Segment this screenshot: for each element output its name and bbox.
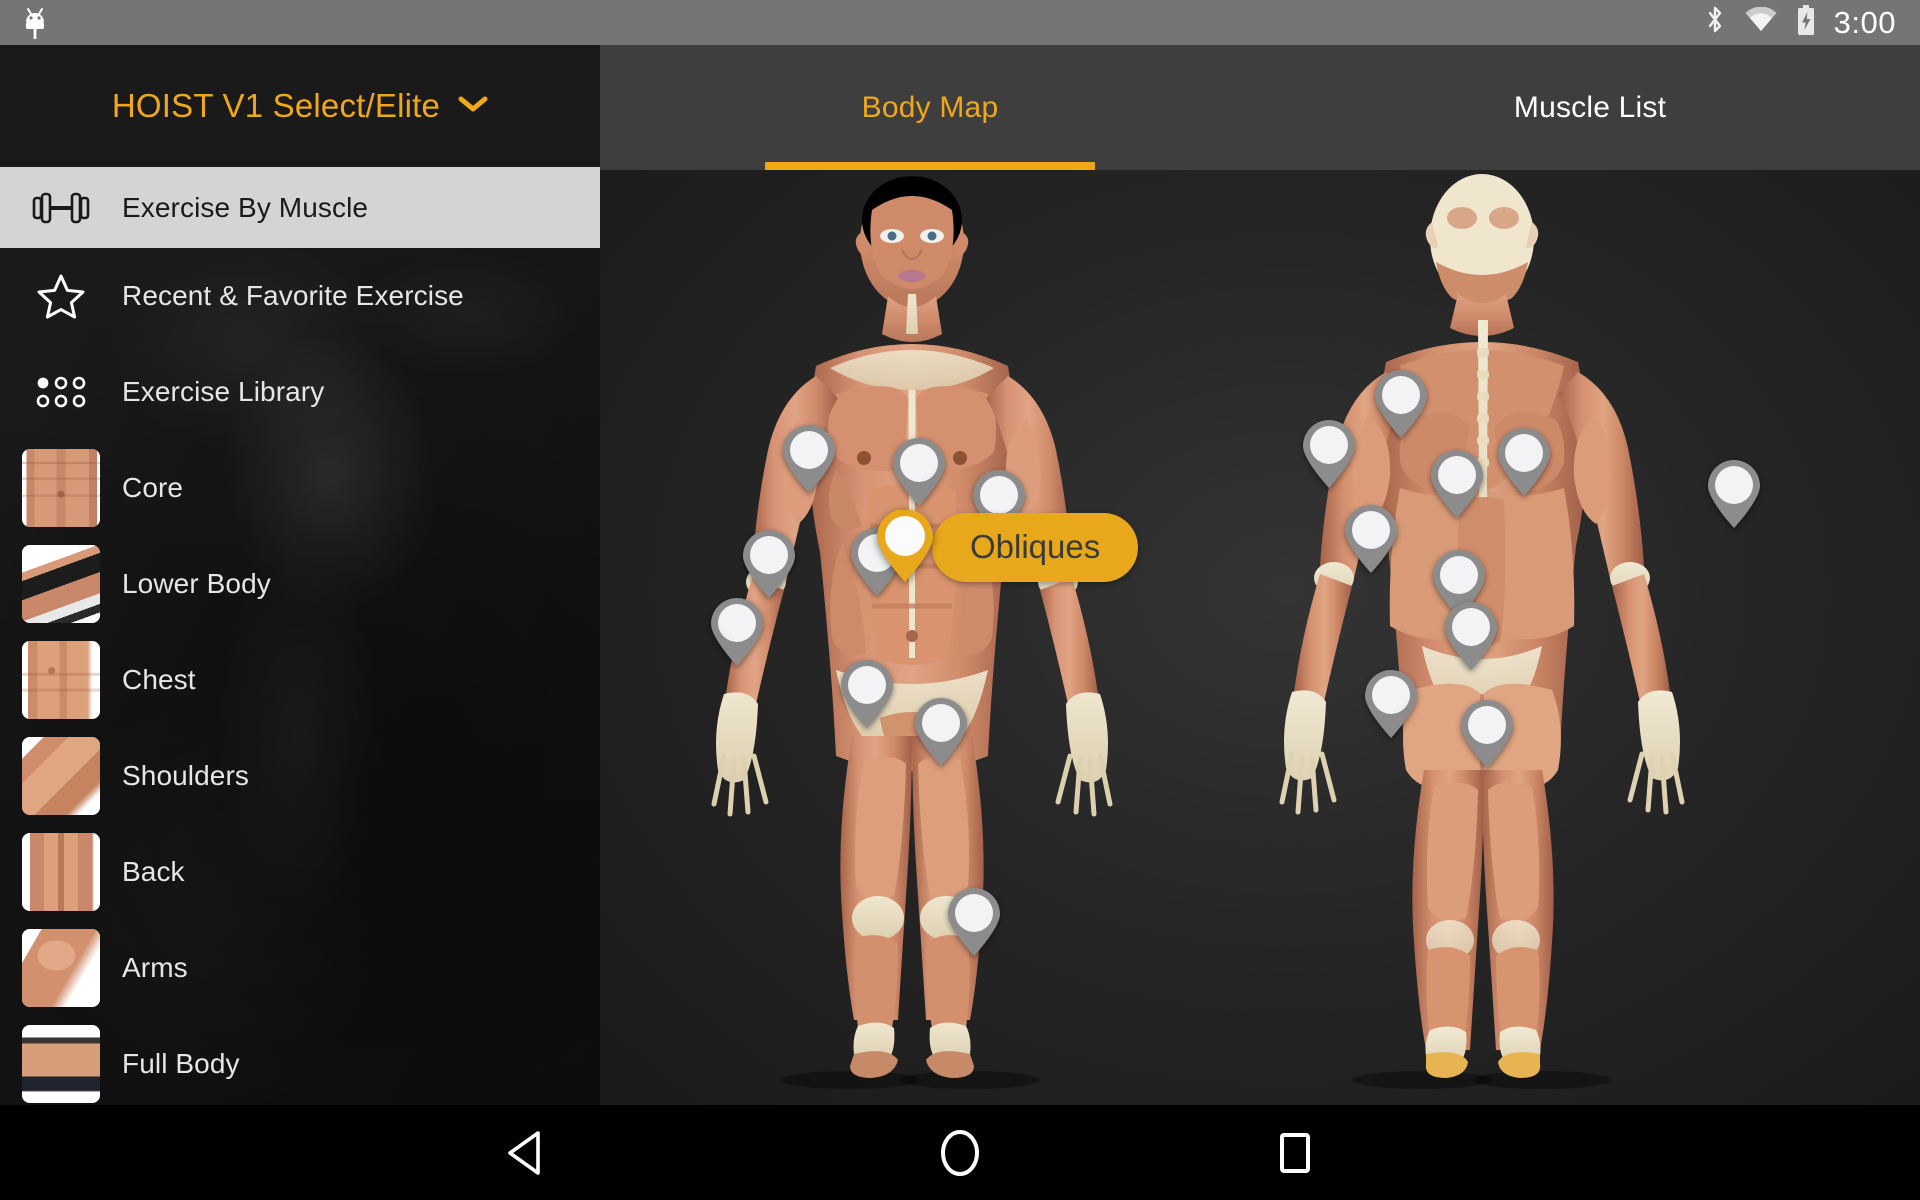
recents-square-icon[interactable]	[1230, 1105, 1360, 1200]
full-body-thumbnail	[0, 1025, 122, 1103]
sidebar: HOIST V1 Select/Elite Exercise By Muscle…	[0, 45, 600, 1105]
dumbbell-icon	[0, 191, 122, 225]
body-pin-calf[interactable]	[1458, 700, 1516, 770]
sidebar-muscle-label: Back	[122, 856, 185, 887]
sidebar-muscle-arms[interactable]: Arms	[0, 920, 600, 1016]
body-pin-posterior-deltoid[interactable]	[1428, 450, 1486, 520]
arms-thumbnail	[0, 929, 122, 1007]
tab-body-map[interactable]: Body Map	[600, 45, 1260, 170]
sidebar-muscle-core[interactable]: Core	[0, 440, 600, 536]
android-navigation-bar	[0, 1105, 1920, 1200]
bluetooth-icon	[1704, 4, 1726, 41]
sidebar-muscle-label: Shoulders	[122, 760, 249, 791]
body-pin-biceps[interactable]	[740, 530, 798, 600]
battery-charging-icon	[1796, 5, 1816, 40]
sidebar-muscle-label: Full Body	[122, 1048, 240, 1079]
sidebar-item-label: Exercise By Muscle	[122, 191, 369, 223]
star-outline-icon	[0, 273, 122, 319]
sidebar-muscle-label: Core	[122, 472, 184, 503]
equipment-selector[interactable]: HOIST V1 Select/Elite	[0, 45, 600, 167]
sidebar-muscle-back[interactable]: Back	[0, 824, 600, 920]
equipment-selector-label: HOIST V1 Select/Elite	[111, 87, 441, 124]
chest-thumbnail	[0, 641, 122, 719]
body-pin-chest-left[interactable]	[780, 425, 838, 495]
sidebar-muscle-chest[interactable]: Chest	[0, 632, 600, 728]
sidebar-muscle-label: Chest	[122, 664, 196, 695]
sidebar-muscle-label: Lower Body	[122, 568, 271, 599]
body-pin-gluteus[interactable]	[1442, 602, 1500, 672]
shoulders-thumbnail	[0, 737, 122, 815]
status-bar: 3:00	[0, 0, 1920, 45]
wifi-icon	[1744, 6, 1778, 38]
selected-muscle-label[interactable]: Obliques	[932, 512, 1139, 582]
body-pin-rhomboid[interactable]	[1300, 420, 1358, 490]
core-thumbnail	[0, 449, 122, 527]
sidebar-item-recent-favorite-exercise[interactable]: Recent & Favorite Exercise	[0, 248, 600, 344]
main-panel: Body Map Muscle List Obliques	[600, 45, 1920, 1105]
tab-muscle-list[interactable]: Muscle List	[1260, 45, 1920, 170]
back-triangle-icon[interactable]	[460, 1105, 590, 1200]
home-circle-icon[interactable]	[895, 1105, 1025, 1200]
tab-label: Body Map	[861, 90, 999, 124]
back-thumbnail	[0, 833, 122, 911]
anatomy-figure-front[interactable]	[640, 170, 1200, 1105]
lower-body-thumbnail	[0, 545, 122, 623]
body-pin-upper-trapezius[interactable]	[1372, 370, 1430, 440]
body-pin-trapezius[interactable]	[890, 438, 948, 508]
body-pin-soleus[interactable]	[1705, 460, 1763, 530]
selected-muscle-pin-icon[interactable]	[874, 510, 936, 584]
sidebar-item-label: Recent & Favorite Exercise	[122, 280, 464, 311]
body-pin-tibialis[interactable]	[945, 888, 1003, 958]
sidebar-muscle-shoulders[interactable]: Shoulders	[0, 728, 600, 824]
status-time: 3:00	[1833, 4, 1896, 40]
sidebar-item-exercise-library[interactable]: Exercise Library	[0, 344, 600, 440]
anatomy-figure-back[interactable]	[1160, 170, 1780, 1105]
app-root: 3:00 HOIST V1 Select/Elite Exercise By M…	[0, 0, 1920, 1200]
sidebar-item-label: Exercise Library	[122, 376, 325, 407]
sidebar-muscle-lower-body[interactable]: Lower Body	[0, 536, 600, 632]
android-head-icon	[20, 6, 50, 40]
chevron-down-icon	[458, 95, 488, 118]
sidebar-muscle-label: Arms	[122, 952, 188, 983]
sidebar-muscle-full-body[interactable]: Full Body	[0, 1016, 600, 1105]
body-pin-triceps[interactable]	[1495, 428, 1553, 498]
body-pin-quadriceps[interactable]	[912, 698, 970, 768]
sidebar-item-exercise-by-muscle[interactable]: Exercise By Muscle	[0, 167, 600, 248]
tab-bar: Body Map Muscle List	[600, 45, 1920, 170]
body-pin-forearm[interactable]	[708, 598, 766, 668]
tab-label: Muscle List	[1513, 90, 1667, 124]
selected-muscle-marker[interactable]: Obliques	[874, 510, 1139, 584]
tab-active-underline	[765, 162, 1095, 170]
body-map-canvas[interactable]: Obliques	[600, 170, 1920, 1105]
body-pin-adductor[interactable]	[838, 660, 896, 730]
dot-grid-icon	[0, 376, 122, 408]
body-pin-latissimus-dorsi[interactable]	[1342, 505, 1400, 575]
body-pin-hamstring[interactable]	[1362, 670, 1420, 740]
